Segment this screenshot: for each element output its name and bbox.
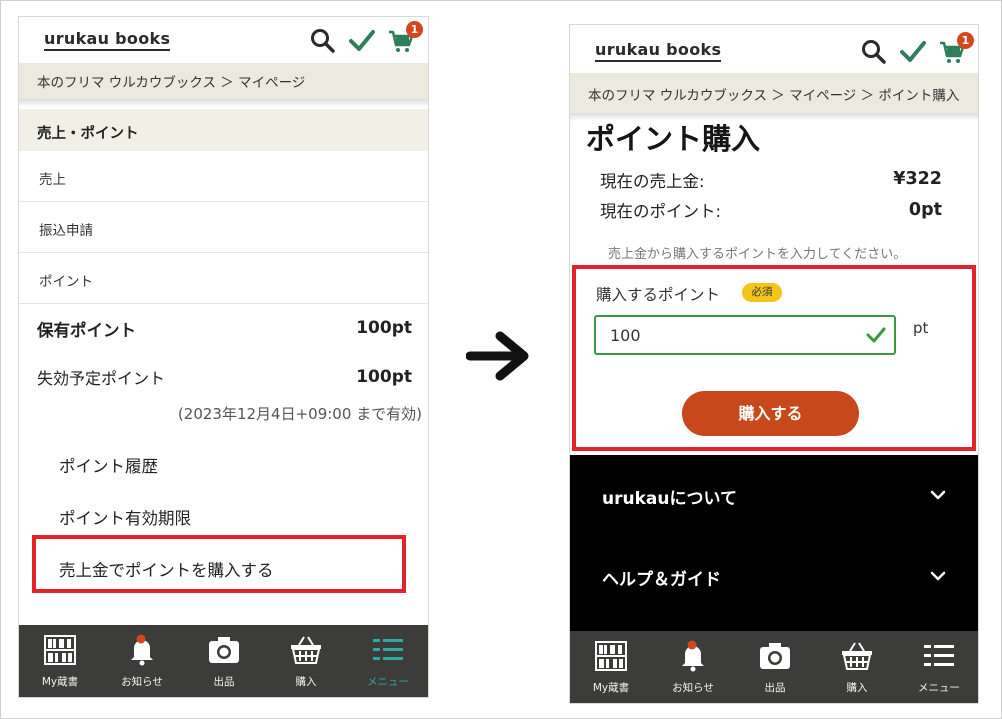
point-history-link[interactable]: ポイント履歴: [59, 453, 158, 477]
highlight-box: [32, 535, 406, 593]
tab-label: My蔵書: [592, 682, 630, 694]
sales-value: ¥322: [893, 169, 942, 189]
menu-item-transfer[interactable]: 振込申請: [19, 202, 428, 253]
sales-label: 現在の売上金:: [600, 172, 705, 191]
tab-sell[interactable]: 出品: [183, 625, 265, 697]
camera-icon: [760, 643, 790, 669]
site-logo[interactable]: urukau books: [44, 30, 171, 51]
chevron-down-icon[interactable]: [930, 490, 946, 500]
held-points-value: 100pt: [356, 318, 412, 338]
about-accordion[interactable]: urukauについて: [602, 484, 737, 509]
tab-label: 出品: [764, 682, 786, 694]
camera-icon: [209, 637, 239, 663]
tab-menu[interactable]: メニュー: [347, 625, 428, 697]
menu-item-sales[interactable]: 売上: [19, 151, 428, 202]
cart-icon[interactable]: 1: [387, 21, 423, 55]
cart-badge: 1: [406, 21, 423, 38]
check-icon[interactable]: [899, 38, 927, 66]
bookshelf-icon: [44, 635, 76, 665]
tab-label: 出品: [213, 676, 235, 688]
tab-label: お知らせ: [672, 682, 714, 694]
tab-my-books[interactable]: My蔵書: [19, 625, 101, 697]
tab-my-books[interactable]: My蔵書: [570, 631, 652, 703]
tab-sell[interactable]: 出品: [734, 631, 816, 703]
points-label: 現在のポイント:: [600, 202, 722, 221]
point-purchase-screen: urukau books 1 本のフリマ ウルカウブックス ＞ マイページ ＞ …: [569, 24, 979, 704]
basket-icon: [842, 642, 872, 670]
chevron-down-icon[interactable]: [930, 571, 946, 581]
breadcrumb[interactable]: 本のフリマ ウルカウブックス ＞ マイページ ＞ ポイント購入: [570, 73, 978, 113]
search-icon[interactable]: [309, 27, 337, 55]
tab-buy[interactable]: 購入: [265, 625, 347, 697]
divider: [19, 99, 428, 107]
point-expiry-link[interactable]: ポイント有効期限: [59, 505, 191, 529]
header: urukau books 1: [570, 25, 978, 71]
mypage-screen: urukau books 1 本のフリマ ウルカウブックス ＞ マイページ 売上…: [18, 16, 429, 698]
bookshelf-icon: [595, 641, 627, 671]
check-icon[interactable]: [348, 27, 376, 55]
menu-icon: [924, 645, 954, 666]
expiring-points-value: 100pt: [356, 367, 412, 387]
section-title: 売上・ポイント: [19, 109, 428, 151]
tab-label: 購入: [846, 682, 868, 694]
expiring-points-label: 失効予定ポイント: [37, 369, 166, 388]
tab-label: お知らせ: [121, 676, 163, 688]
menu-item-points[interactable]: ポイント: [19, 253, 428, 304]
header: urukau books 1: [19, 17, 428, 63]
hint-text: 売上金から購入するポイントを入力してください。: [608, 247, 907, 262]
arrow-right-icon: [466, 331, 529, 381]
bell-icon: [131, 634, 153, 666]
highlight-box: [572, 265, 976, 451]
menu-icon: [373, 639, 403, 660]
tab-label: メニュー: [918, 682, 960, 694]
help-accordion[interactable]: ヘルプ＆ガイド: [602, 565, 721, 590]
sales-row: 現在の売上金: ¥322: [600, 168, 942, 192]
cart-icon[interactable]: 1: [938, 32, 974, 66]
site-logo[interactable]: urukau books: [595, 41, 722, 62]
basket-icon: [291, 636, 321, 664]
bottom-tab-bar: My蔵書 お知らせ 出品 購入 メニュー: [19, 625, 428, 697]
tab-notifications[interactable]: お知らせ: [101, 625, 183, 697]
page-title: ポイント購入: [586, 122, 761, 156]
points-value: 0pt: [908, 200, 942, 220]
tab-label: 購入: [295, 676, 317, 688]
points-row: 現在のポイント: 0pt: [600, 198, 942, 222]
search-icon[interactable]: [860, 38, 888, 66]
tab-label: メニュー: [367, 676, 409, 688]
tab-label: My蔵書: [41, 676, 79, 688]
tab-buy[interactable]: 購入: [816, 631, 898, 703]
tab-menu[interactable]: メニュー: [898, 631, 978, 703]
breadcrumb[interactable]: 本のフリマ ウルカウブックス ＞ マイページ: [19, 63, 428, 99]
held-points-label: 保有ポイント: [37, 321, 136, 340]
expiring-note: (2023年12月4日+09:00 まで有効): [177, 405, 422, 423]
footer: urukauについて ヘルプ＆ガイド: [570, 455, 978, 635]
cart-badge: 1: [957, 32, 974, 49]
tab-notifications[interactable]: お知らせ: [652, 631, 734, 703]
bottom-tab-bar: My蔵書 お知らせ 出品 購入 メニュー: [570, 631, 978, 703]
bell-icon: [682, 640, 704, 672]
